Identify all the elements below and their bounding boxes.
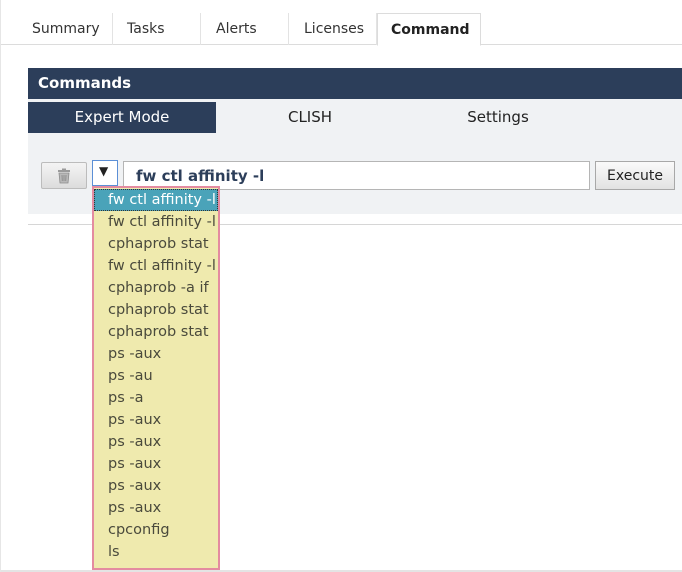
history-item[interactable]: ps -aux (94, 343, 218, 365)
history-item[interactable]: cphaprob stat (94, 233, 218, 255)
history-item[interactable]: cpconfig (94, 519, 218, 541)
history-item[interactable]: fw ctl affinity -l (94, 255, 218, 277)
tab-command[interactable]: Command (377, 13, 481, 46)
command-history-dropdown: fw ctl affinity -l fw ctl affinity -l cpha… (92, 186, 220, 570)
history-item[interactable]: fw ctl affinity -l (94, 189, 218, 211)
history-item[interactable]: ps -a (94, 387, 218, 409)
command-page: Summary Tasks Alerts Licenses Command Co… (0, 0, 682, 572)
history-item[interactable]: cphaprob stat (94, 321, 218, 343)
history-item[interactable]: fw ctl affinity -l (94, 211, 218, 233)
tab-settings[interactable]: Settings (404, 102, 592, 133)
execute-button[interactable]: Execute (595, 161, 675, 190)
tab-alerts[interactable]: Alerts (201, 13, 289, 45)
history-item[interactable]: ps -aux (94, 497, 218, 519)
history-item[interactable]: ps -au (94, 365, 218, 387)
history-item[interactable]: ps -aux (94, 409, 218, 431)
history-item[interactable]: cphaprob -a if (94, 277, 218, 299)
history-dropdown-toggle[interactable]: ▼ (92, 160, 118, 186)
trash-icon (58, 168, 70, 184)
history-item[interactable]: ls (94, 541, 218, 563)
tab-summary[interactable]: Summary (11, 13, 113, 45)
tab-tasks[interactable]: Tasks (113, 13, 201, 45)
history-item[interactable]: cphaprob stat (94, 299, 218, 321)
history-item[interactable]: ps -aux (94, 453, 218, 475)
commands-panel-title: Commands (28, 68, 682, 99)
tab-bar: Summary Tasks Alerts Licenses Command (1, 0, 682, 46)
caret-down-icon: ▼ (99, 164, 109, 178)
history-item[interactable]: ps -aux (94, 475, 218, 497)
tab-licenses[interactable]: Licenses (289, 13, 377, 45)
tab-expert-mode[interactable]: Expert Mode (28, 102, 216, 133)
tab-clish[interactable]: CLISH (216, 102, 404, 133)
clear-history-button[interactable] (41, 162, 87, 189)
history-item[interactable]: ps -aux (94, 431, 218, 453)
